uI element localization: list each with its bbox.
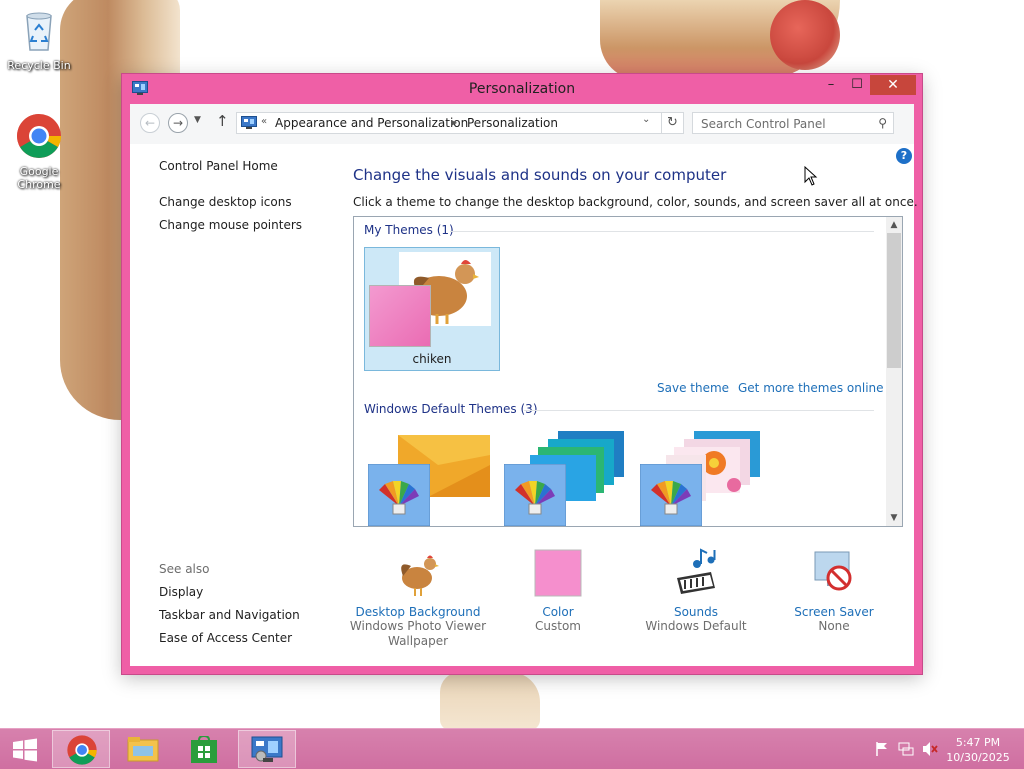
chevron-right-icon[interactable]: ▶: [451, 118, 457, 127]
search-icon[interactable]: ⚲: [878, 116, 887, 130]
save-theme-link[interactable]: Save theme: [657, 381, 729, 395]
network-icon[interactable]: [898, 741, 914, 757]
sidebar-link-change-desktop-icons[interactable]: Change desktop icons: [159, 195, 292, 209]
desktop-background-value: Windows Photo Viewer Wallpaper: [349, 619, 487, 648]
store-icon: [191, 736, 217, 763]
screen-saver-setting[interactable]: Screen Saver None: [764, 548, 904, 634]
clock-date: 10/30/2025: [946, 751, 1010, 764]
screen-saver-value: None: [818, 619, 850, 633]
up-button[interactable]: ↑: [216, 112, 229, 130]
music-notes-icon: [677, 548, 716, 594]
sounds-value: Windows Default: [645, 619, 747, 633]
breadcrumb[interactable]: « Appearance and Personalization ▶ Perso…: [236, 112, 662, 134]
address-bar: ← → ▼ ↑ « Appearance and Personalization…: [130, 104, 914, 144]
breadcrumb-appearance[interactable]: Appearance and Personalization: [275, 116, 468, 130]
desktop-background-setting[interactable]: Desktop Background Windows Photo Viewer …: [348, 548, 488, 649]
refresh-button[interactable]: ↻: [662, 112, 684, 134]
volume-muted-icon[interactable]: [922, 741, 938, 757]
search-box[interactable]: ⚲: [692, 112, 894, 134]
chrome-icon: [67, 735, 97, 765]
close-button[interactable]: ✕: [870, 75, 916, 95]
minimize-button[interactable]: –: [818, 75, 844, 95]
see-also-ease-of-access[interactable]: Ease of Access Center: [159, 631, 292, 645]
taskbar-store[interactable]: [176, 730, 234, 768]
clock[interactable]: 5:47 PM 10/30/2025: [940, 735, 1016, 765]
desktop-icon-label: Recycle Bin: [7, 59, 71, 72]
start-button[interactable]: [0, 730, 58, 768]
search-input[interactable]: [699, 115, 873, 133]
desktop-background-link[interactable]: Desktop Background: [348, 605, 488, 619]
recycle-bin-icon: [26, 12, 52, 51]
screen-saver-link[interactable]: Screen Saver: [764, 605, 904, 619]
sidebar-link-change-mouse-pointers[interactable]: Change mouse pointers: [159, 218, 302, 232]
sounds-link[interactable]: Sounds: [626, 605, 766, 619]
taskbar-chrome[interactable]: [52, 730, 110, 768]
default-themes-title: Windows Default Themes (3): [364, 402, 538, 416]
color-fan-icon: [504, 464, 566, 526]
see-also-display[interactable]: Display: [159, 585, 203, 599]
see-also-title: See also: [159, 562, 210, 576]
theme-tile-chiken[interactable]: chiken: [364, 247, 500, 371]
page-description: Click a theme to change the desktop back…: [353, 195, 918, 209]
color-swatch-icon: [534, 549, 582, 597]
theme-list-scrollbar[interactable]: ▲ ▼: [886, 217, 902, 526]
color-value: Custom: [535, 619, 581, 633]
help-icon[interactable]: ?: [896, 148, 912, 164]
sounds-setting[interactable]: Sounds Windows Default: [626, 548, 766, 634]
theme-color-swatch: [369, 285, 431, 347]
back-button[interactable]: ←: [140, 113, 160, 133]
theme-tile-lines-and-colors[interactable]: [500, 427, 636, 526]
theme-name: chiken: [412, 352, 452, 366]
chevron-down-icon[interactable]: ⌄: [642, 114, 650, 125]
hen-wallpaper-icon: [401, 555, 439, 596]
theme-tile-windows[interactable]: [364, 427, 500, 526]
divider: [524, 410, 874, 411]
breadcrumb-personalization[interactable]: Personalization: [467, 116, 558, 130]
scroll-thumb[interactable]: [887, 233, 901, 368]
hen-comb-wallpaper: [770, 0, 840, 70]
scroll-down-button[interactable]: ▼: [886, 510, 902, 526]
recent-pages-dropdown[interactable]: ▼: [194, 115, 201, 125]
theme-list: My Themes (1) chiken Save theme Get more…: [353, 216, 903, 527]
desktop-icon-google-chrome[interactable]: Google Chrome: [4, 112, 74, 191]
start-icon: [13, 738, 37, 762]
personalization-window: Personalization – ☐ ✕ ← → ▼ ↑ « Appearan…: [122, 74, 922, 674]
see-also-taskbar-navigation[interactable]: Taskbar and Navigation: [159, 608, 300, 622]
mouse-cursor-icon: [804, 166, 818, 186]
desktop-icon-label: Google Chrome: [17, 165, 61, 191]
taskbar: 5:47 PM 10/30/2025: [0, 728, 1024, 769]
clock-time: 5:47 PM: [955, 736, 1001, 749]
color-link[interactable]: Color: [488, 605, 628, 619]
theme-tile-flowers[interactable]: [636, 427, 772, 526]
window-title: Personalization: [468, 81, 576, 97]
scroll-up-button[interactable]: ▲: [886, 217, 902, 233]
color-fan-icon: [368, 464, 430, 526]
taskbar-control-panel[interactable]: [238, 730, 296, 768]
sidebar-link-control-panel-home[interactable]: Control Panel Home: [159, 159, 278, 173]
flag-icon[interactable]: [874, 741, 890, 757]
my-themes-title: My Themes (1): [364, 223, 454, 237]
control-panel-icon: [251, 736, 283, 762]
screen-saver-icon: [814, 551, 852, 591]
content-area: ? Control Panel Home Change desktop icon…: [130, 144, 918, 666]
control-panel-icon: [241, 116, 257, 129]
breadcrumb-overflow[interactable]: «: [261, 116, 267, 127]
hen-feet-wallpaper: [440, 672, 540, 730]
forward-button[interactable]: →: [168, 113, 188, 133]
color-setting[interactable]: Color Custom: [488, 548, 628, 634]
get-more-themes-link[interactable]: Get more themes online: [738, 381, 884, 395]
page-title: Change the visuals and sounds on your co…: [353, 166, 727, 184]
title-bar[interactable]: Personalization – ☐ ✕: [122, 74, 922, 104]
chrome-icon: [17, 114, 61, 158]
file-explorer-icon: [127, 737, 159, 762]
color-fan-icon: [640, 464, 702, 526]
maximize-button[interactable]: ☐: [844, 75, 870, 95]
divider: [450, 231, 874, 232]
desktop-icon-recycle-bin[interactable]: Recycle Bin: [4, 6, 74, 72]
taskbar-file-explorer[interactable]: [114, 730, 172, 768]
